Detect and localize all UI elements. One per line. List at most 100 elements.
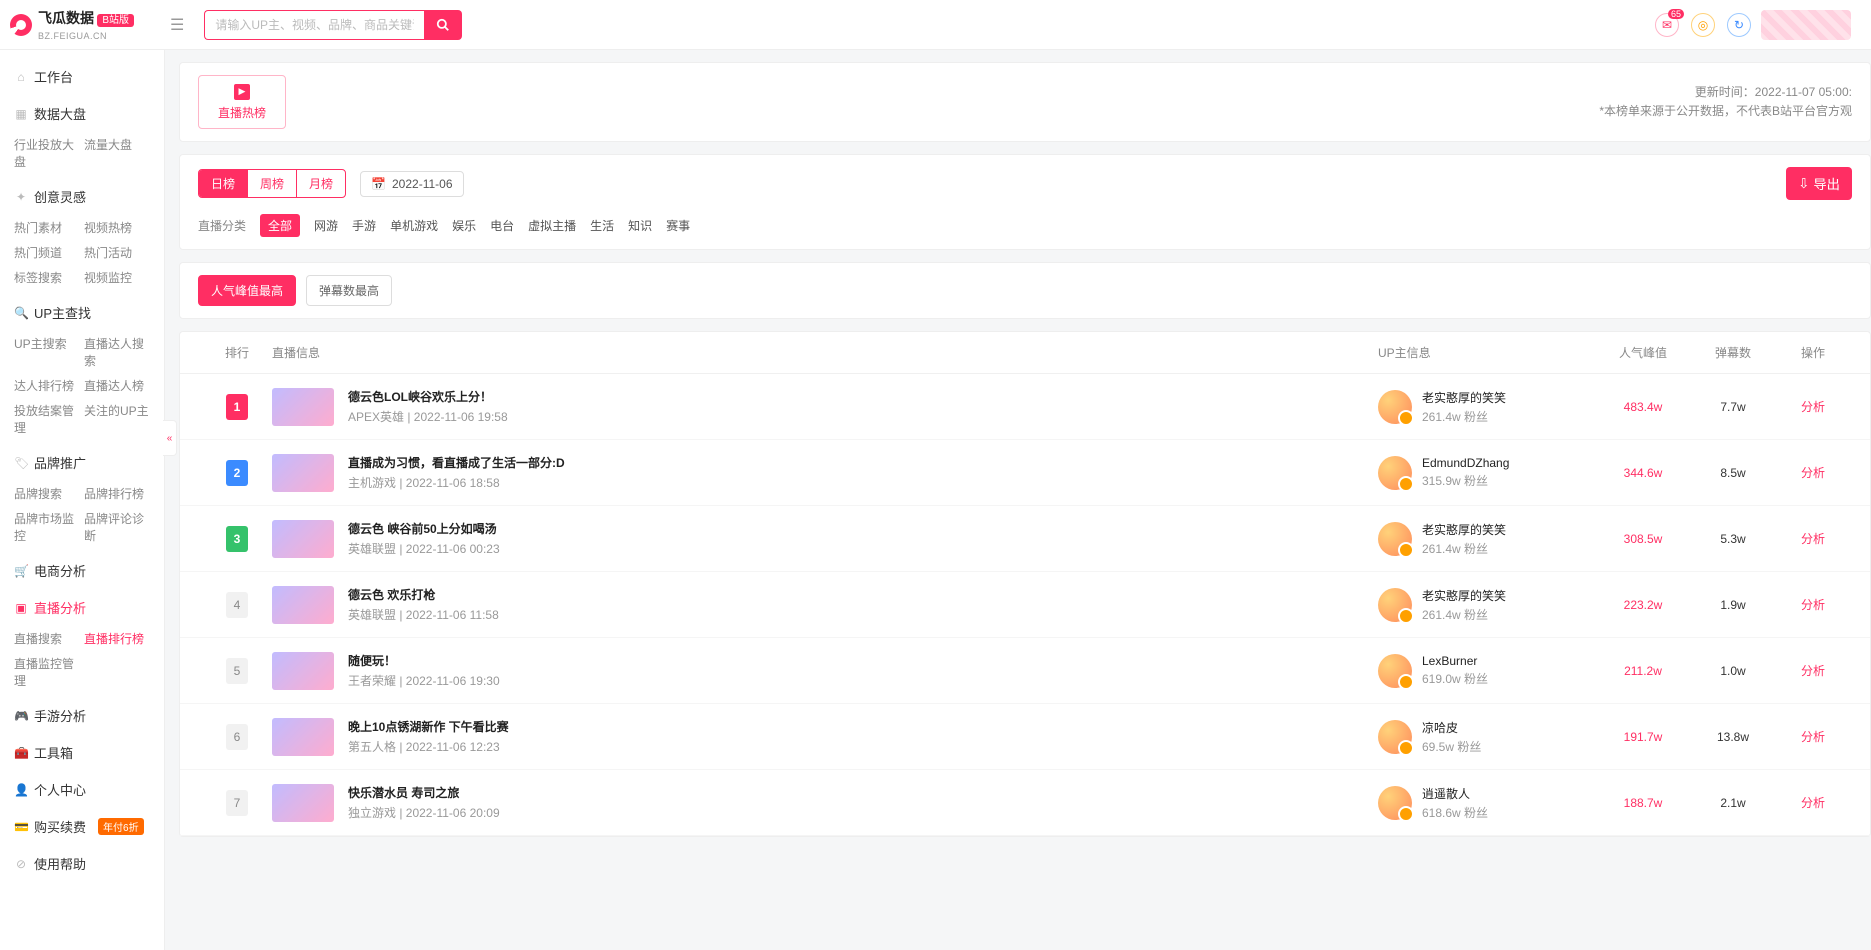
up-avatar[interactable] — [1378, 456, 1412, 490]
search-input[interactable] — [204, 10, 424, 40]
metric-tab-1[interactable]: 弹幕数最高 — [306, 275, 392, 306]
live-thumbnail[interactable] — [272, 388, 334, 426]
up-name[interactable]: LexBurner — [1422, 654, 1488, 668]
sidebar-group-5[interactable]: 🛒电商分析 — [0, 552, 164, 589]
analyse-link[interactable]: 分析 — [1801, 598, 1825, 612]
sidebar-group-4[interactable]: 🏷品牌推广 — [0, 444, 164, 481]
sidebar-item[interactable]: 视频监控 — [84, 265, 154, 290]
sidebar-group-2[interactable]: ✦创意灵感 — [0, 178, 164, 215]
analyse-link[interactable]: 分析 — [1801, 400, 1825, 414]
sidebar-item[interactable]: 直播监控管理 — [14, 651, 84, 693]
coin-icon[interactable]: ◎ — [1691, 13, 1715, 37]
category-item[interactable]: 手游 — [352, 217, 376, 234]
sidebar-item[interactable]: 达人排行榜 — [14, 373, 84, 398]
sidebar-item[interactable]: 标签搜索 — [14, 265, 84, 290]
analyse-link[interactable]: 分析 — [1801, 532, 1825, 546]
analyse-link[interactable]: 分析 — [1801, 466, 1825, 480]
category-item[interactable]: 赛事 — [666, 217, 690, 234]
category-item[interactable]: 虚拟主播 — [528, 217, 576, 234]
up-avatar[interactable] — [1378, 786, 1412, 820]
sidebar-item[interactable]: 品牌市场监控 — [14, 506, 84, 548]
live-title[interactable]: 德云色LOL峡谷欢乐上分！ — [348, 388, 508, 405]
mail-icon[interactable]: ✉65 — [1655, 13, 1679, 37]
table-row: 5随便玩！王者荣耀 | 2022-11-06 19:30LexBurner619… — [180, 638, 1870, 704]
up-name[interactable]: 老实憨厚的笑笑 — [1422, 389, 1506, 406]
category-item[interactable]: 电台 — [490, 217, 514, 234]
hotlist-button[interactable]: ▶ 直播热榜 — [198, 75, 286, 129]
sidebar-item[interactable]: 直播达人搜索 — [84, 331, 154, 373]
sidebar-item[interactable]: 关注的UP主 — [84, 398, 154, 440]
live-thumbnail[interactable] — [272, 454, 334, 492]
up-name[interactable]: 老实憨厚的笑笑 — [1422, 587, 1506, 604]
sidebar-badge: 年付6折 — [98, 818, 144, 835]
live-title[interactable]: 德云色 欢乐打枪 — [348, 586, 499, 603]
refresh-icon[interactable]: ↻ — [1727, 13, 1751, 37]
sidebar-item[interactable]: 热门素材 — [14, 215, 84, 240]
sidebar-item[interactable]: UP主搜索 — [14, 331, 84, 373]
up-avatar[interactable] — [1378, 654, 1412, 688]
live-thumbnail[interactable] — [272, 586, 334, 624]
live-thumbnail[interactable] — [272, 652, 334, 690]
date-value: 2022-11-06 — [392, 177, 453, 191]
category-item[interactable]: 知识 — [628, 217, 652, 234]
sidebar-item[interactable]: 行业投放大盘 — [14, 132, 84, 174]
up-avatar[interactable] — [1378, 522, 1412, 556]
metric-tab-0[interactable]: 人气峰值最高 — [198, 275, 296, 306]
analyse-link[interactable]: 分析 — [1801, 796, 1825, 810]
sidebar-item[interactable]: 品牌排行榜 — [84, 481, 154, 506]
live-title[interactable]: 快乐潜水员 寿司之旅 — [348, 784, 500, 801]
sidebar-item[interactable]: 品牌搜索 — [14, 481, 84, 506]
metric-card: 人气峰值最高弹幕数最高 — [179, 262, 1871, 319]
col-live: 直播信息 — [272, 344, 1378, 361]
analyse-link[interactable]: 分析 — [1801, 730, 1825, 744]
sidebar-item[interactable]: 直播达人榜 — [84, 373, 154, 398]
analyse-link[interactable]: 分析 — [1801, 664, 1825, 678]
sidebar-item[interactable]: 直播搜索 — [14, 626, 84, 651]
live-title[interactable]: 随便玩！ — [348, 652, 500, 669]
live-thumbnail[interactable] — [272, 520, 334, 558]
category-item[interactable]: 网游 — [314, 217, 338, 234]
up-name[interactable]: 凉哈皮 — [1422, 719, 1481, 736]
up-avatar[interactable] — [1378, 720, 1412, 754]
sidebar-group-1[interactable]: ▦数据大盘 — [0, 95, 164, 132]
period-tab-1[interactable]: 周榜 — [248, 170, 297, 197]
live-title[interactable]: 直播成为习惯，看直播成了生活一部分:D — [348, 454, 565, 471]
up-avatar[interactable] — [1378, 588, 1412, 622]
live-title[interactable]: 晚上10点锈湖新作 下午看比赛 — [348, 718, 509, 735]
period-tab-0[interactable]: 日榜 — [199, 170, 248, 197]
sidebar-item[interactable]: 热门活动 — [84, 240, 154, 265]
user-avatar[interactable] — [1761, 10, 1851, 40]
up-name[interactable]: EdmundDZhang — [1422, 456, 1509, 470]
up-name[interactable]: 老实憨厚的笑笑 — [1422, 521, 1506, 538]
up-avatar[interactable] — [1378, 390, 1412, 424]
sidebar-toggle-icon[interactable]: ☰ — [170, 15, 184, 35]
sidebar-item[interactable]: 品牌评论诊断 — [84, 506, 154, 548]
sidebar-group-10[interactable]: 💳购买续费年付6折 — [0, 808, 164, 845]
hotlist-label: 直播热榜 — [218, 104, 266, 121]
category-item[interactable]: 生活 — [590, 217, 614, 234]
sidebar-group-0[interactable]: ⌂工作台 — [0, 58, 164, 95]
brand-logo[interactable]: 飞瓜数据 B站版 BZ.FEIGUA.CN — [10, 8, 160, 42]
search-button[interactable] — [424, 10, 462, 40]
sidebar-item[interactable]: 投放结案管理 — [14, 398, 84, 440]
category-item[interactable]: 娱乐 — [452, 217, 476, 234]
sidebar-group-3[interactable]: 🔍UP主查找 — [0, 294, 164, 331]
live-thumbnail[interactable] — [272, 784, 334, 822]
up-name[interactable]: 逍遥散人 — [1422, 785, 1488, 802]
category-item[interactable]: 单机游戏 — [390, 217, 438, 234]
sidebar-group-7[interactable]: 🎮手游分析 — [0, 697, 164, 734]
live-title[interactable]: 德云色 峡谷前50上分如喝汤 — [348, 520, 500, 537]
live-thumbnail[interactable] — [272, 718, 334, 756]
export-button[interactable]: ⇩ 导出 — [1786, 167, 1852, 200]
sidebar-group-11[interactable]: ⊘使用帮助 — [0, 845, 164, 882]
sidebar-group-6[interactable]: ▣直播分析 — [0, 589, 164, 626]
category-item[interactable]: 全部 — [260, 214, 300, 237]
period-tab-2[interactable]: 月榜 — [297, 170, 345, 197]
sidebar-group-8[interactable]: 🧰工具箱 — [0, 734, 164, 771]
sidebar-group-9[interactable]: 👤个人中心 — [0, 771, 164, 808]
sidebar-item[interactable]: 热门频道 — [14, 240, 84, 265]
sidebar-item[interactable]: 视频热榜 — [84, 215, 154, 240]
date-picker[interactable]: 📅 2022-11-06 — [360, 171, 463, 197]
sidebar-item[interactable]: 流量大盘 — [84, 132, 154, 174]
sidebar-item[interactable]: 直播排行榜 — [84, 626, 154, 651]
